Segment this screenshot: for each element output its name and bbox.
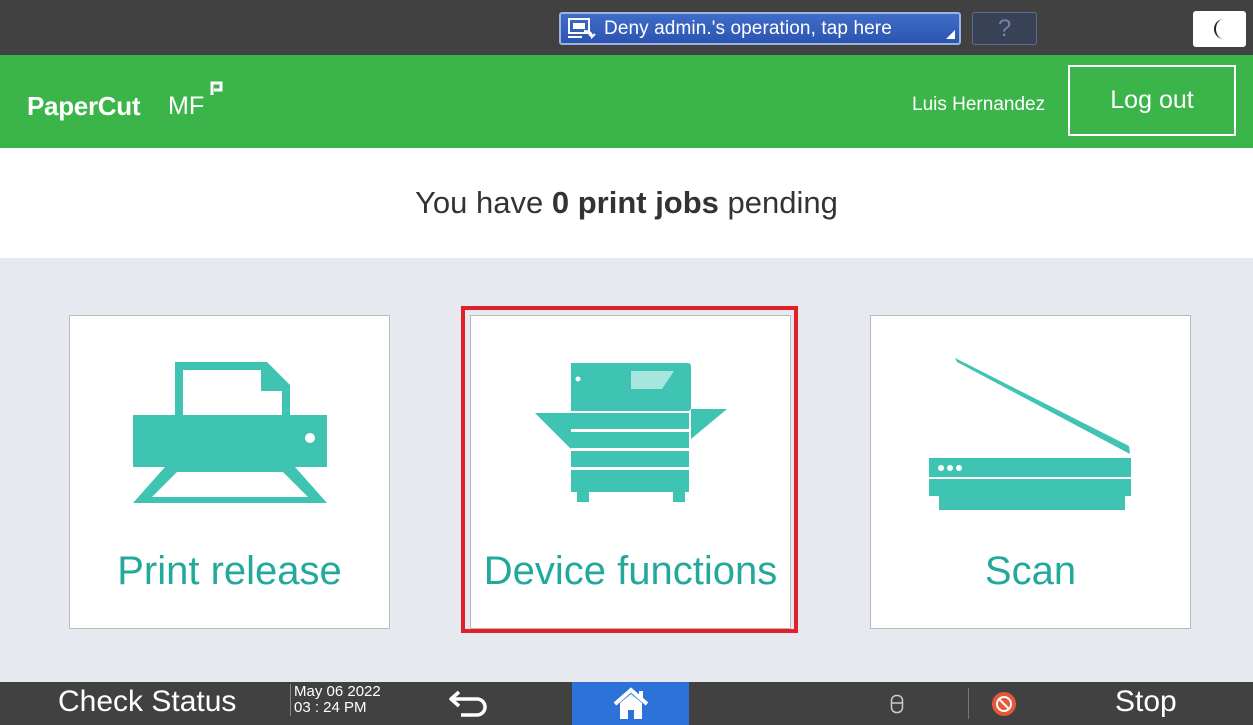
time-text: 03 : 24 PM xyxy=(294,699,367,716)
main-panel: Print release Device functions Scan xyxy=(0,258,1253,682)
scan-tile[interactable]: Scan xyxy=(870,315,1191,629)
pending-suffix: pending xyxy=(718,185,838,220)
device-functions-tile[interactable]: Device functions xyxy=(470,315,791,629)
copier-icon xyxy=(535,363,727,502)
energy-saver-button[interactable] xyxy=(1193,11,1246,47)
pending-jobs-message: You have 0 print jobs pending xyxy=(0,148,1253,258)
print-release-tile[interactable]: Print release xyxy=(69,315,390,629)
logout-button[interactable]: Log out xyxy=(1068,65,1236,136)
pending-count: 0 print jobs xyxy=(551,185,719,220)
bottom-divider xyxy=(968,688,969,719)
back-arrow-icon xyxy=(449,690,487,717)
home-icon xyxy=(613,686,648,719)
scan-label: Scan xyxy=(984,549,1077,593)
data-indicator-icon xyxy=(890,694,904,714)
logo-mark-icon xyxy=(210,81,223,95)
logo-text: PaperCut xyxy=(27,91,141,121)
moon-icon xyxy=(1213,19,1224,39)
stop-icon[interactable] xyxy=(991,691,1017,717)
scanner-icon xyxy=(929,358,1131,510)
deny-admin-operation-button[interactable]: Deny admin.'s operation, tap here xyxy=(559,12,961,45)
bottom-bar: Check Status May 06 2022 03 : 24 PM Stop xyxy=(0,682,1253,725)
stop-button[interactable]: Stop xyxy=(1115,685,1177,719)
printer-icon xyxy=(133,362,327,503)
app-header: PaperCut MF Luis Hernandez Log out xyxy=(0,55,1253,148)
check-status-button[interactable]: Check Status xyxy=(58,685,236,719)
logo-mf-text: MF xyxy=(168,92,205,120)
help-button[interactable]: ? xyxy=(972,12,1037,45)
home-button[interactable] xyxy=(572,682,689,725)
system-bar: Deny admin.'s operation, tap here ? xyxy=(0,0,1253,55)
back-button[interactable] xyxy=(447,688,497,720)
remote-operation-icon xyxy=(568,17,596,39)
pending-prefix: You have xyxy=(415,185,552,220)
date-time-display: May 06 2022 03 : 24 PM xyxy=(290,684,390,716)
deny-corner-indicator xyxy=(946,30,955,39)
username: Luis Hernandez xyxy=(912,94,1046,115)
papercut-logo: PaperCut MF xyxy=(27,81,237,133)
print-release-label: Print release xyxy=(117,549,342,593)
device-functions-label: Device functions xyxy=(483,549,778,593)
deny-admin-operation-label: Deny admin.'s operation, tap here xyxy=(604,17,892,39)
date-text: May 06 2022 xyxy=(294,683,381,700)
